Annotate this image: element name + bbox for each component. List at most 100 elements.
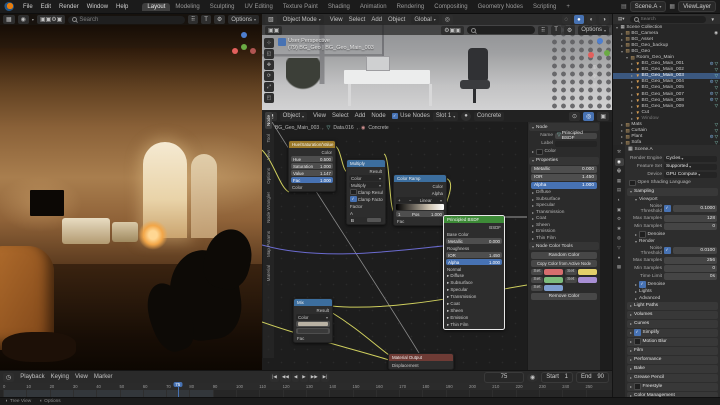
jump-start-button[interactable]: |◀ — [270, 372, 279, 382]
prop-value-device[interactable]: GPU Compute ▾ — [664, 171, 717, 178]
menu-render[interactable]: Render — [55, 3, 83, 11]
pin-icon[interactable]: ⊙ — [569, 111, 581, 121]
slot-dropdown[interactable]: Slot 1 ▾ — [432, 111, 459, 121]
workspace-tab-layout[interactable]: Layout — [142, 2, 171, 11]
properties-tab-4[interactable]: ▤ — [615, 186, 624, 194]
shader-menu-node[interactable]: Node — [368, 113, 388, 119]
properties-tab-6[interactable]: ▣ — [615, 206, 624, 214]
set-color-button[interactable]: Set — [564, 268, 577, 275]
overlay-toggle-icons[interactable]: ▣▣⚙▣ — [36, 15, 66, 24]
expand-icon[interactable]: ▸ — [620, 134, 624, 139]
properties-tab-7[interactable]: ⚙ — [615, 215, 624, 223]
timeline-ruler[interactable]: 0 10 20 30 40 50 60 70 80 90 100 110 120 130 140 150 160… — [0, 383, 612, 390]
sidebar-tab-node[interactable]: Node — [265, 112, 272, 129]
viewport-menu-view[interactable]: View — [327, 17, 346, 23]
expand-icon[interactable]: ▸ — [620, 122, 624, 127]
use-nodes-checkbox[interactable] — [391, 113, 399, 120]
shading-wireframe-icon[interactable]: ◌ — [561, 15, 572, 24]
properties-tab-2[interactable]: 🖶 — [615, 167, 624, 175]
prev-keyframe-button[interactable]: ◀◀ — [279, 372, 291, 382]
bsdf-section-coat[interactable]: ▸ Coat — [446, 301, 502, 307]
outliner[interactable]: ▤▾ Search ▼ ▾ ▦ Scene Collection ▸ ▧ BG_Camer… — [612, 14, 720, 145]
ramp-add-icon[interactable]: + — [398, 198, 401, 203]
workspace-tab-uv-editing[interactable]: UV Editing — [239, 3, 277, 11]
viewport-subpanel-header[interactable]: ▾ Viewport — [635, 197, 714, 202]
sidebar-section-emission[interactable]: ▸ Emission — [532, 229, 596, 234]
filter-icon[interactable]: ▼ — [707, 15, 718, 23]
sidebar-section-coat[interactable]: ▸ Coat — [532, 216, 596, 221]
sidebar-tab-node-wrangler[interactable]: Node Wrangler — [265, 189, 272, 226]
expand-icon[interactable]: ▾ — [615, 25, 619, 30]
rendered-viewport[interactable]: ▦ ◉ ▾ ▣▣⚙▣ Search ⠿ T ⚙ Options ▾ — [0, 14, 262, 370]
node-color-collapse[interactable]: ▸ Color — [532, 148, 596, 155]
shading-solid-icon[interactable]: ● — [574, 15, 584, 24]
panel-curves[interactable]: ▸ Curves — [627, 319, 718, 328]
copy-color-button[interactable]: Copy Color from Active Node — [531, 260, 597, 267]
viewport-search-input[interactable]: Search — [68, 15, 185, 24]
properties-tab-9[interactable]: ◍ — [615, 234, 624, 242]
menu-file[interactable]: File — [19, 3, 37, 11]
panel-film[interactable]: ▸ Film — [627, 346, 718, 355]
play-button[interactable]: ▶ — [300, 372, 308, 382]
bsdf-section-specular[interactable]: ▸ Specular — [446, 287, 502, 293]
hsv-row-fac[interactable]: Fac 1.000 — [291, 177, 333, 183]
clamp-result-checkbox[interactable] — [350, 189, 357, 195]
workspace-tab-rendering[interactable]: Rendering — [392, 3, 430, 11]
orientation-dropdown[interactable]: Global ▾ — [411, 15, 439, 24]
viewport-menu-add[interactable]: Add — [368, 17, 385, 23]
properties-tab-1[interactable]: ◉ — [614, 157, 624, 166]
snap-icon[interactable]: ◎ — [583, 111, 595, 121]
bsdf-row-ior[interactable]: IOR 1.450 — [446, 252, 502, 258]
camera-icon[interactable]: ◉ — [592, 82, 597, 89]
bsdf-row-alpha[interactable]: Alpha 1.000 — [446, 259, 502, 265]
color-swatch[interactable] — [544, 276, 564, 283]
node-color-tools-header[interactable]: ▾ Node Color Tools — [529, 242, 599, 250]
checkbox[interactable] — [639, 281, 646, 288]
panel-grease-pencil[interactable]: ▸ Grease Pencil — [627, 373, 718, 382]
expand-icon[interactable]: ▸ — [630, 61, 634, 66]
sampling-sub-advanced[interactable]: ▸ Advanced — [635, 296, 714, 301]
bsdf-section-emission[interactable]: ▸ Emission — [446, 315, 502, 321]
settings-gear-icon[interactable]: ⚙ — [213, 15, 226, 24]
bsdf-row-metallic[interactable]: Metallic 0.000 — [446, 238, 502, 244]
expand-icon[interactable]: ▸ — [630, 73, 634, 78]
set-color-button[interactable]: Set — [531, 276, 543, 283]
node-material-output[interactable]: Material Output Displacement — [388, 353, 454, 370]
value-field[interactable]: 256 — [664, 257, 717, 264]
axis-x-dot[interactable] — [588, 52, 594, 58]
value-field[interactable]: 0 — [664, 265, 717, 272]
viewport-search-input[interactable] — [466, 26, 535, 34]
checkbox[interactable] — [634, 383, 641, 390]
properties-tab-8[interactable]: ✱ — [615, 225, 624, 233]
snap-magnet-icon[interactable]: ◎ — [441, 15, 453, 24]
shader-menu-add[interactable]: Add — [352, 113, 369, 119]
expand-icon[interactable]: ▸ — [630, 116, 634, 121]
sampling-sub-lights[interactable]: ▸ Lights — [635, 289, 714, 294]
bsdf-section-transmission[interactable]: ▸ Transmission — [446, 294, 502, 300]
overlay-icon[interactable]: ▣ — [597, 111, 609, 121]
panel-freestyle[interactable]: ▸ Freestyle — [627, 382, 718, 391]
sidebar-tab-tool[interactable]: Tool — [265, 131, 272, 145]
menu-window[interactable]: Window — [83, 3, 112, 11]
shader-editor[interactable]: ⬒ Object▾ ViewSelectAddNode Use Nodes Sl… — [262, 110, 612, 370]
use-nodes-toggle[interactable]: Use Nodes — [391, 113, 430, 120]
viewlayer-selector[interactable]: ViewLayer — [678, 1, 716, 12]
panel-simplify[interactable]: ▸Simplify — [627, 328, 718, 337]
set-color-button[interactable]: Set — [531, 284, 543, 291]
node-color-ramp[interactable]: Color Ramp Color Alpha + − Linear ▾ 1 Pos 1.0… — [393, 174, 447, 226]
properties-tab-5[interactable]: ◐ — [615, 196, 624, 204]
expand-icon[interactable]: ▾ — [620, 49, 624, 54]
node-label-field[interactable] — [555, 140, 597, 147]
timeline-menu-view[interactable]: View — [72, 374, 91, 380]
expand-icon[interactable]: ▸ — [630, 85, 634, 90]
play-reverse-button[interactable]: ◀ — [291, 372, 300, 382]
color-swatch[interactable] — [577, 268, 597, 275]
axis-z-dot[interactable] — [241, 32, 247, 38]
expand-icon[interactable]: ▸ — [630, 98, 634, 103]
axis-x-dot[interactable] — [232, 48, 238, 54]
editor-type-icon[interactable]: ▦ — [3, 15, 15, 24]
bsdf-section-diffuse[interactable]: ▸ Diffuse — [446, 273, 502, 279]
axis-y-dot[interactable] — [241, 44, 247, 50]
expand-icon[interactable]: ▸ — [630, 79, 634, 84]
workspace-tab-shading[interactable]: Shading — [323, 3, 355, 11]
